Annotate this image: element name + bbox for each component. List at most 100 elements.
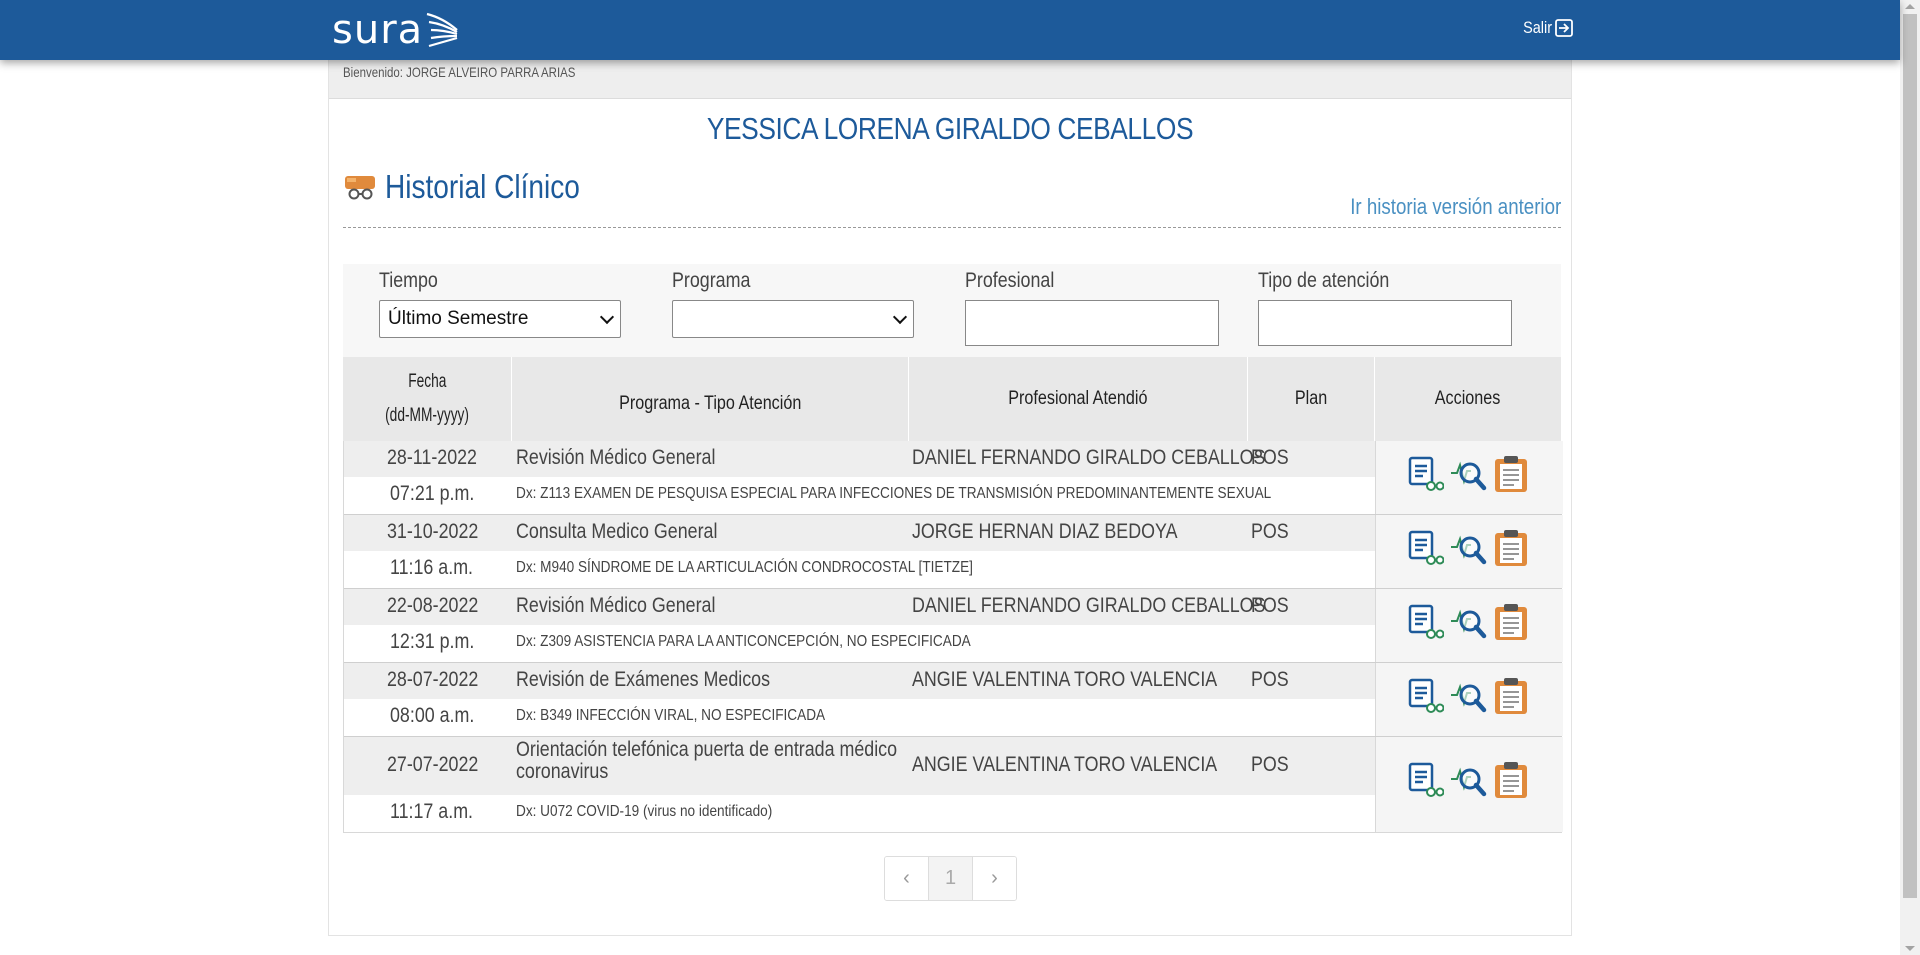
scroll-down-icon[interactable] (1905, 946, 1915, 951)
row-time: 07:21 p.m. (390, 482, 475, 505)
history-table-body: 28-11-2022 Revisión Médico General DANIE… (343, 441, 1563, 833)
profesional-input[interactable] (965, 300, 1219, 346)
row-professional: DANIEL FERNANDO GIRALDO CEBALLOS (912, 594, 1266, 617)
row-time: 08:00 a.m. (390, 704, 475, 727)
logout-icon (1555, 19, 1573, 37)
row-program: Consulta Medico General (516, 520, 718, 543)
row-date: 28-07-2022 (387, 668, 479, 691)
row-time: 12:31 p.m. (390, 630, 475, 653)
table-row: 28-11-2022 Revisión Médico General DANIE… (344, 441, 1563, 514)
previous-version-link[interactable]: Ir historia versión anterior (1350, 194, 1561, 220)
patient-name: YESSICA LORENA GIRALDO CEBALLOS (706, 111, 1194, 146)
row-diagnosis: Dx: Z113 EXAMEN DE PESQUISA ESPECIAL PAR… (516, 485, 1272, 502)
table-row: 31-10-2022 Consulta Medico General JORGE… (344, 515, 1563, 588)
header-plan-text: Plan (1294, 388, 1328, 409)
row-plan: POS (1251, 753, 1289, 776)
tipo-atencion-input[interactable] (1258, 300, 1512, 346)
logout-button[interactable]: Salir (1518, 18, 1573, 38)
view-record-icon[interactable] (1406, 677, 1444, 715)
tiempo-label: Tiempo (379, 269, 438, 292)
tiempo-select[interactable]: Último Semestre (379, 300, 621, 338)
section-title-text: Historial Clínico (385, 168, 580, 205)
view-record-icon[interactable] (1406, 455, 1444, 493)
clipboard-icon[interactable] (1492, 603, 1530, 641)
row-professional: DANIEL FERNANDO GIRALDO CEBALLOS (912, 446, 1266, 469)
clinical-history-icon (345, 176, 375, 200)
row-program: Revisión Médico General (516, 446, 716, 469)
logo-text: sura (332, 7, 424, 53)
header-programa[interactable]: Programa - Tipo Atención (512, 357, 908, 441)
header-profesional[interactable]: Profesional Atendió (909, 357, 1247, 441)
row-program: Revisión de Exámenes Medicos (516, 668, 770, 691)
header-acciones: Acciones (1375, 357, 1561, 441)
top-navbar: sura Salir (0, 0, 1900, 60)
analysis-search-icon[interactable] (1449, 529, 1487, 567)
clipboard-icon[interactable] (1492, 761, 1530, 799)
header-fecha[interactable]: Fecha (dd-MM-yyyy) (343, 357, 511, 441)
scroll-thumb[interactable] (1903, 14, 1917, 898)
row-professional: ANGIE VALENTINA TORO VALENCIA (912, 753, 1218, 776)
view-record-icon[interactable] (1406, 529, 1444, 567)
page-scrollbar[interactable] (1900, 0, 1920, 955)
analysis-search-icon[interactable] (1449, 603, 1487, 641)
clipboard-icon[interactable] (1492, 529, 1530, 567)
pagination-page-1[interactable]: 1 (928, 857, 972, 900)
table-row: 27-07-2022 Orientación telefónica puerta… (344, 737, 1563, 832)
section-divider (343, 227, 1561, 228)
tipo-atencion-label: Tipo de atención (1258, 269, 1390, 292)
row-professional: JORGE HERNAN DIAZ BEDOYA (912, 520, 1178, 543)
row-program-line1: Orientación telefónica puerta de entrada… (516, 738, 898, 761)
row-professional: ANGIE VALENTINA TORO VALENCIA (912, 668, 1218, 691)
tiempo-select-value: Último Semestre (388, 308, 529, 329)
row-date: 27-07-2022 (387, 753, 479, 776)
row-plan: POS (1251, 520, 1289, 543)
welcome-bar: Bienvenido: JORGE ALVEIRO PARRA ARIAS (329, 60, 1571, 99)
row-plan: POS (1251, 668, 1289, 691)
row-date: 22-08-2022 (387, 594, 479, 617)
chevron-down-icon (892, 309, 908, 325)
header-fecha-line2: (dd-MM-yyyy) (385, 405, 469, 426)
pagination: ‹ 1 › (884, 856, 1017, 901)
row-actions (1375, 515, 1563, 588)
analysis-search-icon[interactable] (1449, 761, 1487, 799)
header-programa-text: Programa - Tipo Atención (618, 393, 802, 414)
header-plan[interactable]: Plan (1248, 357, 1374, 441)
row-actions (1375, 663, 1563, 736)
row-date: 31-10-2022 (387, 520, 479, 543)
table-row: 22-08-2022 Revisión Médico General DANIE… (344, 589, 1563, 662)
table-row: 28-07-2022 Revisión de Exámenes Medicos … (344, 663, 1563, 736)
row-program-line2: coronavirus (516, 760, 609, 783)
row-actions (1375, 441, 1563, 514)
programa-label: Programa (672, 269, 751, 292)
row-diagnosis: Dx: U072 COVID-19 (virus no identificado… (516, 803, 773, 820)
header-acciones-text: Acciones (1435, 388, 1501, 409)
logout-label: Salir (1523, 18, 1553, 37)
programa-select[interactable] (672, 300, 914, 338)
sura-logo[interactable]: sura (332, 6, 459, 54)
row-program: Revisión Médico General (516, 594, 716, 617)
chevron-down-icon (599, 309, 615, 325)
row-time: 11:16 a.m. (390, 556, 474, 579)
table-header: Fecha (dd-MM-yyyy) Programa - Tipo Atenci… (343, 357, 1561, 441)
clipboard-icon[interactable] (1492, 455, 1530, 493)
view-record-icon[interactable] (1406, 761, 1444, 799)
pagination-prev[interactable]: ‹ (885, 857, 928, 900)
content-panel: Bienvenido: JORGE ALVEIRO PARRA ARIAS YE… (328, 60, 1572, 936)
analysis-search-icon[interactable] (1449, 677, 1487, 715)
row-date: 28-11-2022 (387, 446, 477, 469)
header-profesional-text: Profesional Atendió (1008, 388, 1148, 409)
row-diagnosis: Dx: Z309 ASISTENCIA PARA LA ANTICONCEPCI… (516, 633, 971, 650)
row-actions (1375, 737, 1563, 832)
scroll-up-icon[interactable] (1905, 4, 1915, 9)
analysis-search-icon[interactable] (1449, 455, 1487, 493)
row-time: 11:17 a.m. (390, 800, 474, 823)
pagination-next[interactable]: › (972, 857, 1016, 900)
row-diagnosis: Dx: M940 SÍNDROME DE LA ARTICULACIÓN CON… (516, 559, 973, 576)
logo-wings-icon (426, 12, 458, 48)
clipboard-icon[interactable] (1492, 677, 1530, 715)
row-diagnosis: Dx: B349 INFECCIÓN VIRAL, NO ESPECIFICAD… (516, 707, 826, 724)
view-record-icon[interactable] (1406, 603, 1444, 641)
row-plan: POS (1251, 594, 1289, 617)
section-title: Historial Clínico (343, 168, 614, 206)
row-plan: POS (1251, 446, 1289, 469)
